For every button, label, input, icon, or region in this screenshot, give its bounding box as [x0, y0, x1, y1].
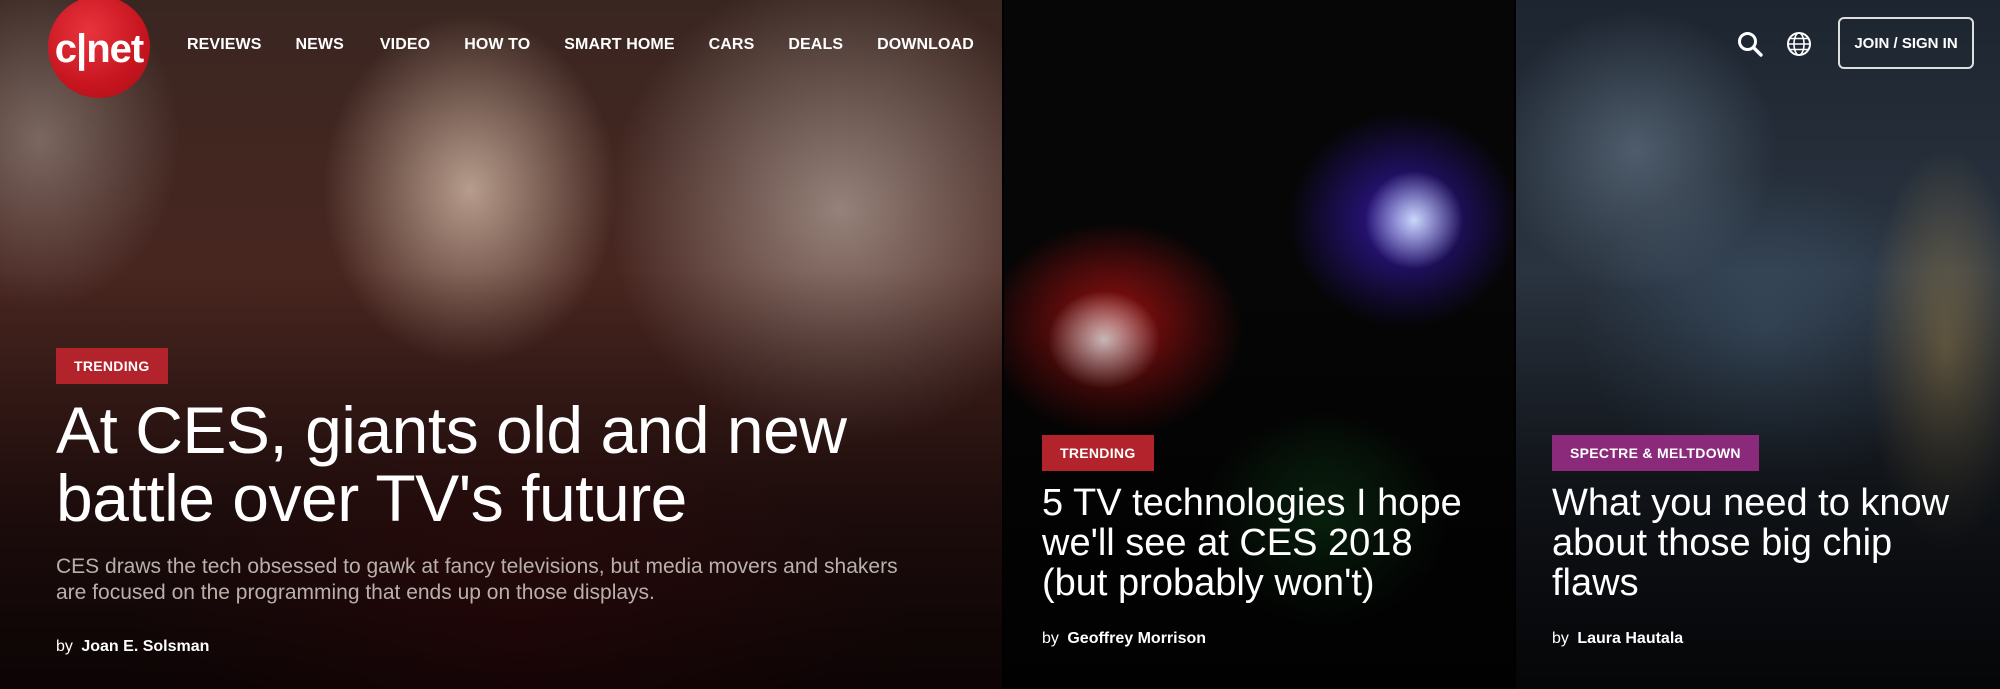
logo-text: c|net [54, 26, 144, 71]
nav-item-how-to[interactable]: HOW TO [464, 36, 530, 54]
story-dek: CES draws the tech obsessed to gawk at f… [56, 555, 898, 604]
story-byline: by Geoffrey Morrison [1042, 630, 1206, 648]
story-byline: by Joan E. Solsman [56, 638, 916, 656]
story-main: TRENDING At CES, giants old and new batt… [56, 348, 916, 656]
story-byline: by Laura Hautala [1552, 630, 1683, 648]
byline-prefix: by [1552, 630, 1569, 647]
story-headline[interactable]: At CES, giants old and new battle over T… [56, 396, 916, 532]
nav-item-reviews[interactable]: REVIEWS [187, 36, 262, 54]
globe-icon[interactable] [1785, 30, 1813, 58]
search-icon[interactable] [1736, 30, 1764, 58]
author-link[interactable]: Laura Hautala [1577, 630, 1683, 647]
byline-prefix: by [56, 638, 73, 655]
nav-item-video[interactable]: VIDEO [380, 36, 430, 54]
story-tertiary: SPECTRE & MELTDOWN What you need to know… [1552, 435, 1972, 647]
main-nav: REVIEWS NEWS VIDEO HOW TO SMART HOME CAR… [187, 36, 1008, 54]
author-link[interactable]: Joan E. Solsman [81, 638, 209, 655]
author-link[interactable]: Geoffrey Morrison [1067, 630, 1206, 647]
story-tag[interactable]: TRENDING [56, 348, 168, 384]
nav-item-deals[interactable]: DEALS [788, 36, 843, 54]
story-secondary: TRENDING 5 TV technologies I hope we'll … [1042, 435, 1462, 647]
nav-item-download[interactable]: DOWNLOAD [877, 36, 974, 54]
nav-item-cars[interactable]: CARS [709, 36, 755, 54]
join-sign-in-button[interactable]: JOIN / SIGN IN [1838, 17, 1974, 69]
byline-prefix: by [1042, 630, 1059, 647]
story-tag[interactable]: TRENDING [1042, 435, 1154, 471]
story-headline[interactable]: 5 TV technologies I hope we'll see at CE… [1042, 483, 1462, 603]
cnet-logo[interactable]: c|net [48, 0, 150, 98]
nav-item-smart-home[interactable]: SMART HOME [564, 36, 674, 54]
story-headline[interactable]: What you need to know about those big ch… [1552, 483, 1972, 603]
story-tag[interactable]: SPECTRE & MELTDOWN [1552, 435, 1759, 471]
nav-item-news[interactable]: NEWS [296, 36, 344, 54]
